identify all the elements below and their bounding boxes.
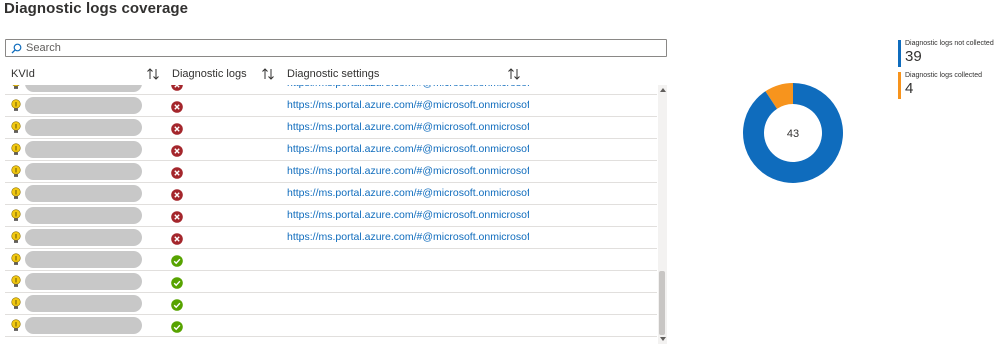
redacted-kvid [25, 251, 142, 268]
legend-item[interactable]: Diagnostic logs not collected 39 [898, 40, 998, 68]
legend-swatch [898, 40, 901, 67]
legend-item[interactable]: Diagnostic logs collected 4 [898, 72, 998, 100]
redacted-kvid [25, 185, 142, 202]
success-icon [171, 298, 183, 311]
error-icon [171, 144, 183, 157]
redacted-kvid [25, 229, 142, 246]
chart-legend: Diagnostic logs not collected 39 Diagnosti… [898, 40, 998, 104]
redacted-kvid [25, 317, 142, 334]
redacted-kvid [25, 85, 142, 92]
table-row[interactable]: https://ms.portal.azure.com/#@microsoft.… [5, 95, 657, 117]
table-row[interactable]: https://ms.portal.azure.com/#@microsoft.… [5, 227, 657, 249]
table-row[interactable]: https://ms.portal.azure.com/#@microsoft.… [5, 205, 657, 227]
table-row[interactable]: https://ms.portal.azure.com/#@microsoft.… [5, 139, 657, 161]
key-vault-icon [10, 253, 22, 266]
search-box[interactable] [5, 39, 667, 57]
scroll-down-icon[interactable] [660, 337, 666, 341]
error-icon [171, 188, 183, 201]
table-row[interactable] [5, 271, 657, 293]
table-row[interactable]: https://ms.portal.azure.com/#@microsoft.… [5, 161, 657, 183]
redacted-kvid [25, 295, 142, 312]
error-icon [171, 100, 183, 113]
sort-kvid-icon[interactable] [146, 66, 160, 82]
diagnostic-settings-link[interactable]: https://ms.portal.azure.com/#@microsoft.… [287, 99, 529, 111]
table-row[interactable]: https://ms.portal.azure.com/#@microsoft.… [5, 183, 657, 205]
table-row[interactable] [5, 315, 657, 337]
table-row[interactable] [5, 249, 657, 271]
vertical-scrollbar[interactable] [658, 85, 667, 344]
key-vault-icon [10, 143, 22, 156]
error-icon [171, 122, 183, 135]
column-header-diagnostic-logs[interactable]: Diagnostic logs [172, 64, 247, 84]
error-icon [171, 210, 183, 223]
legend-value: 39 [905, 48, 922, 65]
key-vault-icon [10, 121, 22, 134]
diagnostic-settings-link[interactable]: https://ms.portal.azure.com/#@microsoft.… [287, 165, 529, 177]
diagnostic-settings-link[interactable]: https://ms.portal.azure.com/#@microsoft.… [287, 85, 529, 89]
redacted-kvid [25, 207, 142, 224]
legend-label: Diagnostic logs not collected [905, 40, 994, 47]
key-vault-icon [10, 275, 22, 288]
diagnostic-settings-link[interactable]: https://ms.portal.azure.com/#@microsoft.… [287, 121, 529, 133]
key-vault-icon [10, 209, 22, 222]
column-header-diagnostic-settings[interactable]: Diagnostic settings [287, 64, 379, 84]
scroll-thumb[interactable] [659, 271, 665, 335]
diagnostic-settings-link[interactable]: https://ms.portal.azure.com/#@microsoft.… [287, 209, 529, 221]
success-icon [171, 276, 183, 289]
diagnostic-settings-link[interactable]: https://ms.portal.azure.com/#@microsoft.… [287, 231, 529, 243]
key-vault-icon [10, 231, 22, 244]
redacted-kvid [25, 119, 142, 136]
error-icon [171, 232, 183, 245]
page-title: Diagnostic logs coverage [4, 0, 189, 17]
success-icon [171, 320, 183, 333]
legend-value: 4 [905, 80, 914, 97]
coverage-donut-chart: 43 [743, 83, 843, 183]
search-input[interactable] [24, 41, 644, 55]
error-icon [171, 85, 183, 91]
sort-diagnostic-logs-icon[interactable] [261, 66, 275, 82]
table-row[interactable] [5, 293, 657, 315]
key-vault-icon [10, 319, 22, 332]
redacted-kvid [25, 273, 142, 290]
donut-total: 43 [787, 128, 799, 140]
column-header-kvid[interactable]: KVId [11, 64, 35, 84]
redacted-kvid [25, 163, 142, 180]
key-vault-icon [10, 297, 22, 310]
legend-label: Diagnostic logs collected [905, 72, 983, 79]
diagnostic-settings-link[interactable]: https://ms.portal.azure.com/#@microsoft.… [287, 187, 529, 199]
key-vault-icon [10, 85, 22, 90]
scroll-up-icon[interactable] [660, 88, 666, 92]
key-vault-icon [10, 165, 22, 178]
kv-table: KVId Diagnostic logs Diagnostic settings… [5, 64, 667, 344]
sort-diagnostic-settings-icon[interactable] [507, 66, 521, 82]
redacted-kvid [25, 141, 142, 158]
diagnostic-settings-link[interactable]: https://ms.portal.azure.com/#@microsoft.… [287, 143, 529, 155]
table-row[interactable]: https://ms.portal.azure.com/#@microsoft.… [5, 85, 657, 95]
success-icon [171, 254, 183, 267]
key-vault-icon [10, 187, 22, 200]
redacted-kvid [25, 97, 142, 114]
legend-swatch [898, 72, 901, 99]
table-body[interactable]: https://ms.portal.azure.com/#@microsoft.… [5, 85, 667, 344]
search-icon [8, 40, 24, 56]
error-icon [171, 166, 183, 179]
key-vault-icon [10, 99, 22, 112]
table-row[interactable]: https://ms.portal.azure.com/#@microsoft.… [5, 117, 657, 139]
